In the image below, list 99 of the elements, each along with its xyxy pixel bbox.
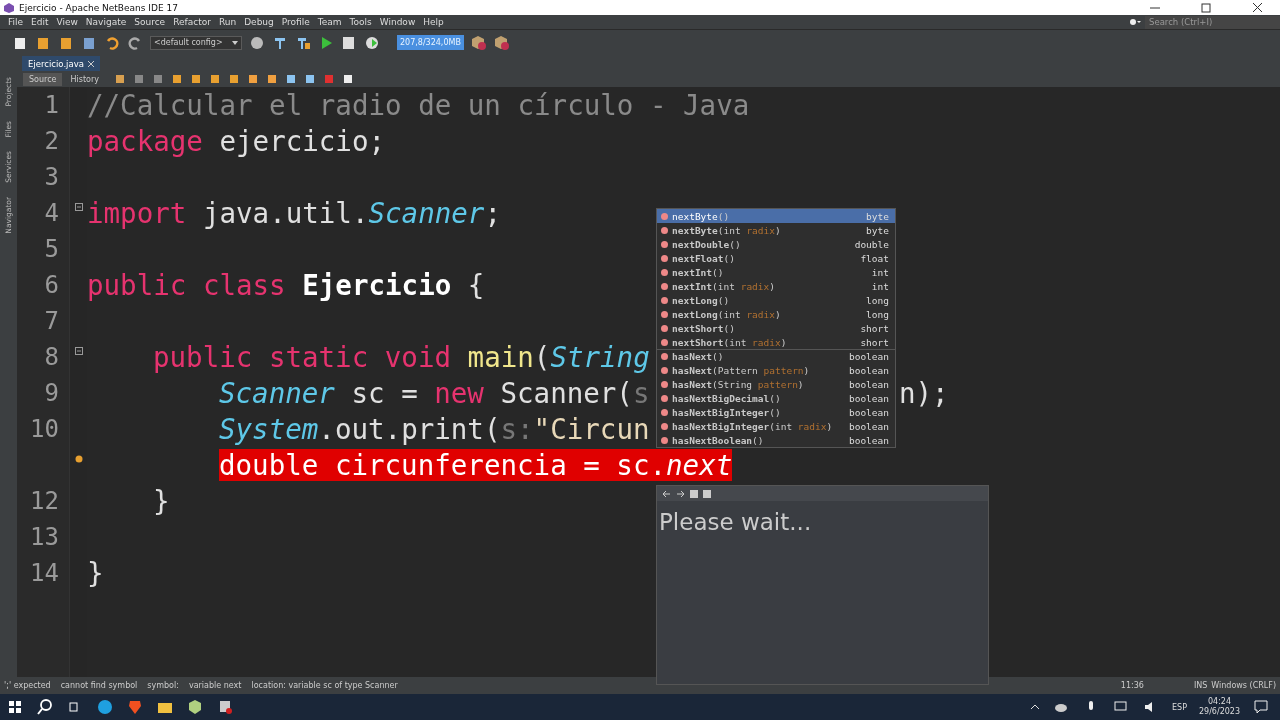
clock-time[interactable]: 04:24 bbox=[1207, 697, 1231, 707]
completion-item[interactable]: nextLong(int radix) long bbox=[657, 307, 895, 321]
search-field[interactable]: Search (Ctrl+I) bbox=[1145, 15, 1280, 29]
loading-message: Please wait... bbox=[659, 509, 812, 535]
view-tab[interactable]: Source bbox=[23, 72, 63, 86]
menu-item[interactable]: Window bbox=[375, 17, 420, 27]
menu-item[interactable]: Run bbox=[214, 17, 241, 27]
menu-item[interactable]: File bbox=[4, 17, 28, 27]
completion-item[interactable]: nextDouble() double bbox=[657, 237, 895, 251]
redo-icon[interactable] bbox=[127, 34, 143, 51]
status-message: symbol: bbox=[147, 681, 179, 690]
window-title: Ejercicio - Apache NetBeans IDE 17 bbox=[19, 2, 179, 13]
menu-item[interactable]: Profile bbox=[277, 17, 314, 27]
undo-icon[interactable] bbox=[104, 34, 120, 51]
editor-tool-icon[interactable] bbox=[267, 75, 276, 83]
line-number: 9 bbox=[44, 379, 59, 407]
menu-item[interactable]: View bbox=[52, 17, 82, 27]
status-message: ';' expected bbox=[4, 681, 51, 690]
editor-tool-icon[interactable] bbox=[248, 75, 257, 83]
line-number: 14 bbox=[30, 559, 59, 587]
line-number: 6 bbox=[44, 271, 59, 299]
line-number: 3 bbox=[44, 163, 59, 191]
fold-icon[interactable] bbox=[74, 203, 83, 211]
code-line: System.out.print(s:"Circun bbox=[219, 413, 650, 445]
line-number: 7 bbox=[44, 307, 59, 335]
file-tab[interactable]: Ejercicio.java bbox=[22, 56, 100, 71]
code-line: package ejercicio; bbox=[87, 125, 386, 157]
status-message: location: variable sc of type Scanner bbox=[251, 681, 398, 690]
completion-item[interactable]: nextFloat() float bbox=[657, 251, 895, 265]
view-tab[interactable]: History bbox=[64, 72, 105, 86]
completion-item[interactable]: hasNextBigInteger() boolean bbox=[657, 405, 895, 419]
search-icon[interactable] bbox=[1129, 18, 1141, 26]
close-icon[interactable] bbox=[87, 60, 94, 67]
line-number: 5 bbox=[44, 235, 59, 263]
code-line: import java.util.Scanner; bbox=[87, 197, 501, 229]
editor-tool-icon[interactable] bbox=[115, 75, 124, 83]
status-message: cannot find symbol bbox=[60, 681, 138, 690]
completion-item[interactable]: nextInt() int bbox=[657, 265, 895, 279]
back-icon[interactable] bbox=[662, 489, 671, 498]
completion-item[interactable]: nextByte() byte bbox=[657, 209, 895, 223]
editor-tool-icon[interactable] bbox=[229, 75, 238, 83]
completion-item[interactable]: nextShort(int radix) short bbox=[657, 335, 895, 349]
globe-icon[interactable] bbox=[249, 34, 265, 51]
completion-item[interactable]: nextInt(int radix) int bbox=[657, 279, 895, 293]
line-number: 8 bbox=[44, 343, 59, 371]
tray-chevron-icon[interactable] bbox=[1030, 704, 1040, 710]
line-number: 1 bbox=[44, 91, 59, 119]
menu-item[interactable]: Tools bbox=[345, 17, 376, 27]
completion-item[interactable]: hasNextBigInteger(int radix) boolean bbox=[657, 419, 895, 433]
menu-item[interactable]: Navigate bbox=[81, 17, 131, 27]
clock-date[interactable]: 29/6/2023 bbox=[1198, 707, 1240, 717]
code-line: //Calcular el radio de un círculo - Java bbox=[87, 89, 750, 121]
code-line: Scanner sc = new Scanner(s bbox=[219, 377, 650, 409]
menu-item[interactable]: Help bbox=[419, 17, 448, 27]
config-dropdown[interactable]: <default config> bbox=[150, 35, 242, 50]
notification-icon[interactable] bbox=[1252, 698, 1270, 716]
completion-item[interactable]: nextShort() short bbox=[657, 321, 895, 335]
line-number: 10 bbox=[30, 415, 59, 443]
code-line: public static void main(String bbox=[153, 341, 650, 373]
cube-icon[interactable] bbox=[186, 698, 204, 716]
search-icon[interactable] bbox=[36, 698, 54, 716]
caret-icon bbox=[232, 40, 238, 45]
menu-item[interactable]: Refactor bbox=[169, 17, 215, 27]
line-ending: Windows (CRLF) bbox=[1211, 681, 1276, 690]
app-logo-icon bbox=[4, 2, 14, 13]
menu-item[interactable]: Source bbox=[130, 17, 170, 27]
insert-mode: INS bbox=[1193, 681, 1208, 690]
completion-item[interactable]: nextByte(int radix) byte bbox=[657, 223, 895, 237]
menu-item[interactable]: Debug bbox=[240, 17, 278, 27]
status-message: variable next bbox=[188, 681, 242, 690]
completion-item[interactable]: hasNext() boolean bbox=[657, 349, 895, 363]
completion-item[interactable]: hasNextBoolean() boolean bbox=[657, 433, 895, 447]
profile-icon[interactable] bbox=[364, 34, 380, 51]
code-text: n); bbox=[899, 377, 949, 409]
editor-tool-icon[interactable] bbox=[286, 75, 295, 83]
windows-start-icon[interactable] bbox=[6, 698, 24, 716]
completion-item[interactable]: hasNext(Pattern pattern) boolean bbox=[657, 363, 895, 377]
forward-icon[interactable] bbox=[676, 489, 685, 498]
line-number: 12 bbox=[30, 487, 59, 515]
menu-item[interactable]: Edit bbox=[27, 17, 53, 27]
completion-item[interactable]: hasNext(String pattern) boolean bbox=[657, 377, 895, 391]
code-line: public class Ejercicio { bbox=[87, 269, 485, 301]
menu-item[interactable]: Team bbox=[313, 17, 346, 27]
completion-item[interactable]: hasNextBigDecimal() boolean bbox=[657, 391, 895, 405]
error-icon bbox=[74, 455, 83, 463]
line-number: 2 bbox=[44, 127, 59, 155]
line-number: 4 bbox=[44, 199, 59, 227]
editor-tool-icon[interactable] bbox=[305, 75, 314, 83]
editor-tool-icon[interactable] bbox=[172, 75, 181, 83]
editor-tool-icon[interactable] bbox=[210, 75, 219, 83]
editor-tool-icon[interactable] bbox=[191, 75, 200, 83]
editor-tool-icon[interactable] bbox=[343, 75, 352, 83]
fold-icon[interactable] bbox=[74, 347, 83, 355]
cursor-position: 11:36 bbox=[1120, 681, 1144, 690]
code-line: } bbox=[87, 557, 104, 589]
input-language[interactable]: ESP bbox=[1172, 702, 1187, 712]
code-line: } bbox=[153, 485, 170, 517]
line-number: 13 bbox=[30, 523, 59, 551]
completion-item[interactable]: nextLong() long bbox=[657, 293, 895, 307]
